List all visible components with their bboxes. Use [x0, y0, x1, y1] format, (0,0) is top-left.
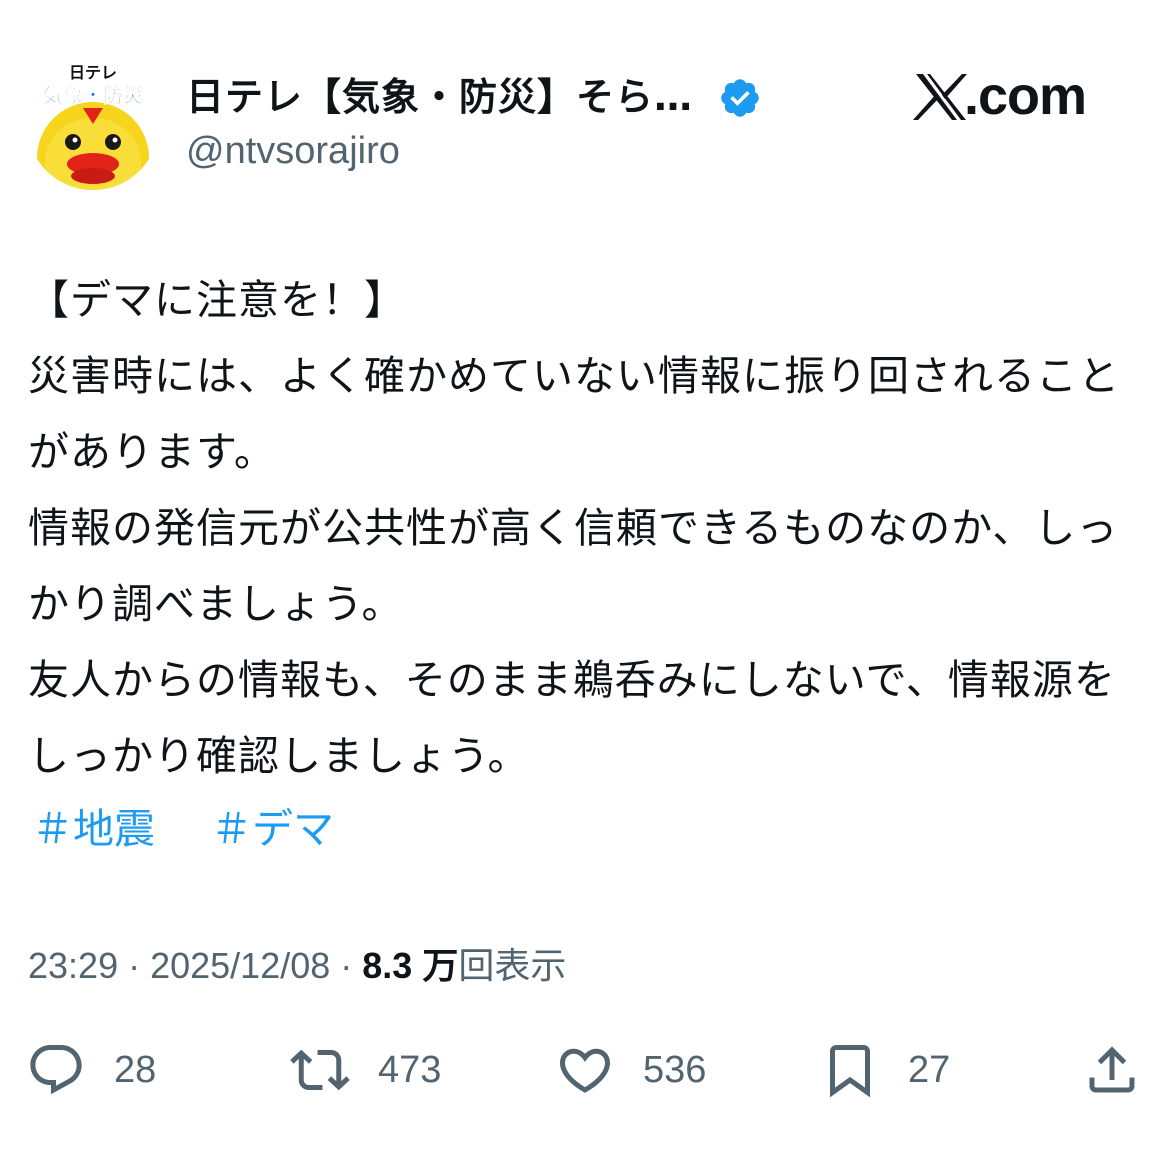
avatar-text-top: 日テレ — [69, 63, 117, 82]
source-label: .com — [912, 64, 1112, 128]
repost-button[interactable]: 473 — [290, 1030, 441, 1110]
reply-button[interactable]: 28 — [26, 1030, 156, 1110]
x-logo-icon — [913, 74, 967, 120]
post-meta: 23:29 · 2025/12/08 · 8.3 万回表示 — [28, 938, 566, 994]
meta-separator: · — [118, 945, 151, 986]
share-icon — [1089, 1046, 1135, 1093]
post-time[interactable]: 23:29 — [28, 945, 118, 986]
hashtags: ＃地震 ＃デマ — [32, 796, 390, 862]
reply-count: 28 — [114, 1048, 157, 1091]
bookmark-count: 27 — [908, 1048, 951, 1091]
meta-separator: · — [330, 945, 363, 986]
post-date[interactable]: 2025/12/08 — [150, 945, 330, 986]
heart-icon — [559, 1048, 611, 1093]
repost-icon — [290, 1049, 350, 1091]
hashtag-link[interactable]: ＃デマ — [211, 805, 334, 853]
avatar[interactable]: 日テレ 気象・防災 — [27, 58, 159, 190]
action-bar: 28 473 536 27 — [0, 1030, 1169, 1110]
post-body: 【デマに注意を！】 災害時には、よく確かめていない情報に振り回されることがありま… — [28, 276, 1120, 780]
reply-icon — [30, 1045, 82, 1095]
mascot-chick-avatar-icon: 日テレ 気象・防災 — [27, 58, 159, 190]
hashtag-link[interactable]: ＃地震 — [32, 805, 155, 853]
bookmark-icon — [830, 1045, 870, 1098]
views-count: 8.3 万 — [362, 945, 459, 986]
repost-count: 473 — [378, 1048, 442, 1091]
share-button[interactable] — [1082, 1030, 1142, 1110]
bookmark-button[interactable]: 27 — [820, 1030, 950, 1110]
views-label: 回表示 — [458, 945, 567, 986]
author-handle[interactable]: @ntvsorajiro — [186, 126, 400, 176]
avatar-text-bottom: 気象・防災 — [43, 83, 144, 107]
author-display-name[interactable]: 日テレ【気象・防災】そら… — [186, 72, 693, 122]
like-count: 536 — [643, 1048, 707, 1091]
source-domain: .com — [964, 66, 1087, 126]
like-button[interactable]: 536 — [555, 1030, 706, 1110]
verified-badge-icon — [721, 79, 759, 117]
